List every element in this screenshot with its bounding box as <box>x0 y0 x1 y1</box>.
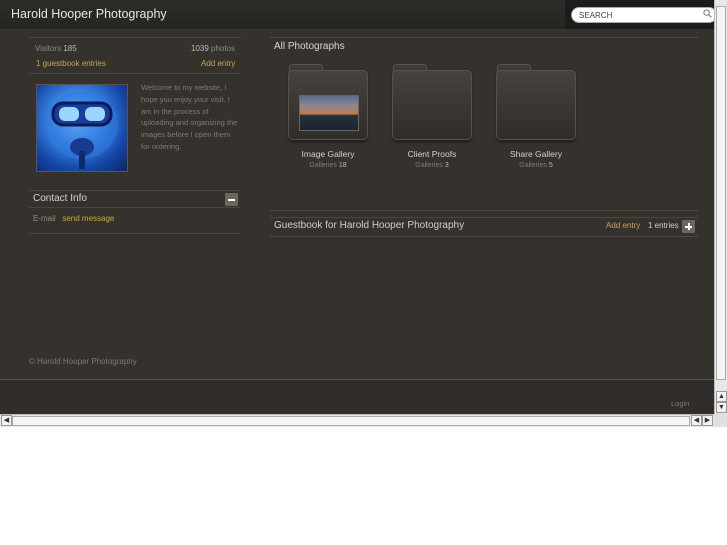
photos-count: 1039 <box>191 44 209 53</box>
visitors-stat: Visitors 185 <box>35 44 77 53</box>
count-value: 5 <box>548 162 553 169</box>
guestbook-entries-count[interactable]: 1 entries <box>648 221 679 230</box>
folder-count: Galleries 5 <box>481 162 591 169</box>
divider <box>270 37 698 38</box>
sunset-thumbnail <box>299 95 359 131</box>
copyright-text: © Harold Hooper Photography <box>29 357 137 366</box>
scroll-right-button[interactable]: ▶ <box>702 415 713 426</box>
visitors-count: 185 <box>63 44 77 53</box>
add-entry-link[interactable]: Add entry <box>201 59 235 68</box>
divider <box>29 190 241 191</box>
folder-share-gallery[interactable] <box>496 64 576 140</box>
folder-body <box>496 70 576 140</box>
scroll-up-button[interactable]: ▲ <box>716 391 727 402</box>
horizontal-scroll-thumb[interactable] <box>12 416 690 426</box>
scrollbar-corner <box>714 414 727 427</box>
welcome-text: Welcome to my website, I hope you enjoy … <box>141 83 238 151</box>
avatar[interactable] <box>36 84 128 172</box>
collapse-button[interactable] <box>225 193 238 206</box>
count-label: Galleries <box>519 162 547 169</box>
expand-button[interactable] <box>682 220 695 233</box>
folder-count: Galleries 3 <box>377 162 487 169</box>
vertical-scrollbar[interactable]: ▲ ▼ <box>714 0 727 414</box>
login-link[interactable]: Login <box>671 399 689 408</box>
send-message-link[interactable]: send message <box>62 214 114 223</box>
count-label: Galleries <box>309 162 337 169</box>
folder-body <box>392 70 472 140</box>
count-value: 18 <box>338 162 347 169</box>
search-input[interactable] <box>571 7 714 23</box>
divider <box>270 236 698 237</box>
divider <box>29 207 241 208</box>
folder-title[interactable]: Share Gallery <box>481 149 591 159</box>
folder-image-gallery[interactable] <box>288 64 368 140</box>
divider <box>270 210 698 211</box>
count-value: 3 <box>444 162 449 169</box>
count-label: Galleries <box>415 162 443 169</box>
photos-label: photos <box>211 44 236 53</box>
search-area <box>565 0 714 29</box>
guestbook-add-entry-link[interactable]: Add entry <box>606 221 640 230</box>
section-title: All Photographs <box>274 41 345 52</box>
photos-stat: 1039 photos <box>191 44 235 53</box>
guestbook-entries-link[interactable]: 1 guestbook entries <box>36 59 106 68</box>
search-icon[interactable] <box>703 9 712 18</box>
email-label: E-mail <box>33 214 56 223</box>
divider <box>29 73 241 74</box>
scroll-left-button[interactable]: ◀ <box>1 415 12 426</box>
visitors-label: Visitors <box>35 44 62 53</box>
page-viewport: Harold Hooper Photography Visitors 185 1… <box>0 0 714 414</box>
divider <box>29 37 241 38</box>
folder-title[interactable]: Image Gallery <box>273 149 383 159</box>
horizontal-scrollbar[interactable]: ◀ ◀ ▶ <box>0 414 714 427</box>
snorkel-mask-photo <box>46 91 118 169</box>
folder-client-proofs[interactable] <box>392 64 472 140</box>
scroll-left-button-end[interactable]: ◀ <box>691 415 702 426</box>
contact-info-title: Contact Info <box>33 193 87 204</box>
folder-title[interactable]: Client Proofs <box>377 149 487 159</box>
folder-count: Galleries 18 <box>273 162 383 169</box>
scroll-down-button[interactable]: ▼ <box>716 402 727 413</box>
vertical-scroll-thumb[interactable] <box>716 6 726 380</box>
site-title[interactable]: Harold Hooper Photography <box>11 7 167 21</box>
footer-bar: Login <box>0 379 714 414</box>
email-row: E-mail send message <box>33 214 114 223</box>
divider <box>270 217 698 218</box>
folder-body <box>288 70 368 140</box>
guestbook-title: Guestbook for Harold Hooper Photography <box>274 220 465 231</box>
divider <box>29 233 241 234</box>
